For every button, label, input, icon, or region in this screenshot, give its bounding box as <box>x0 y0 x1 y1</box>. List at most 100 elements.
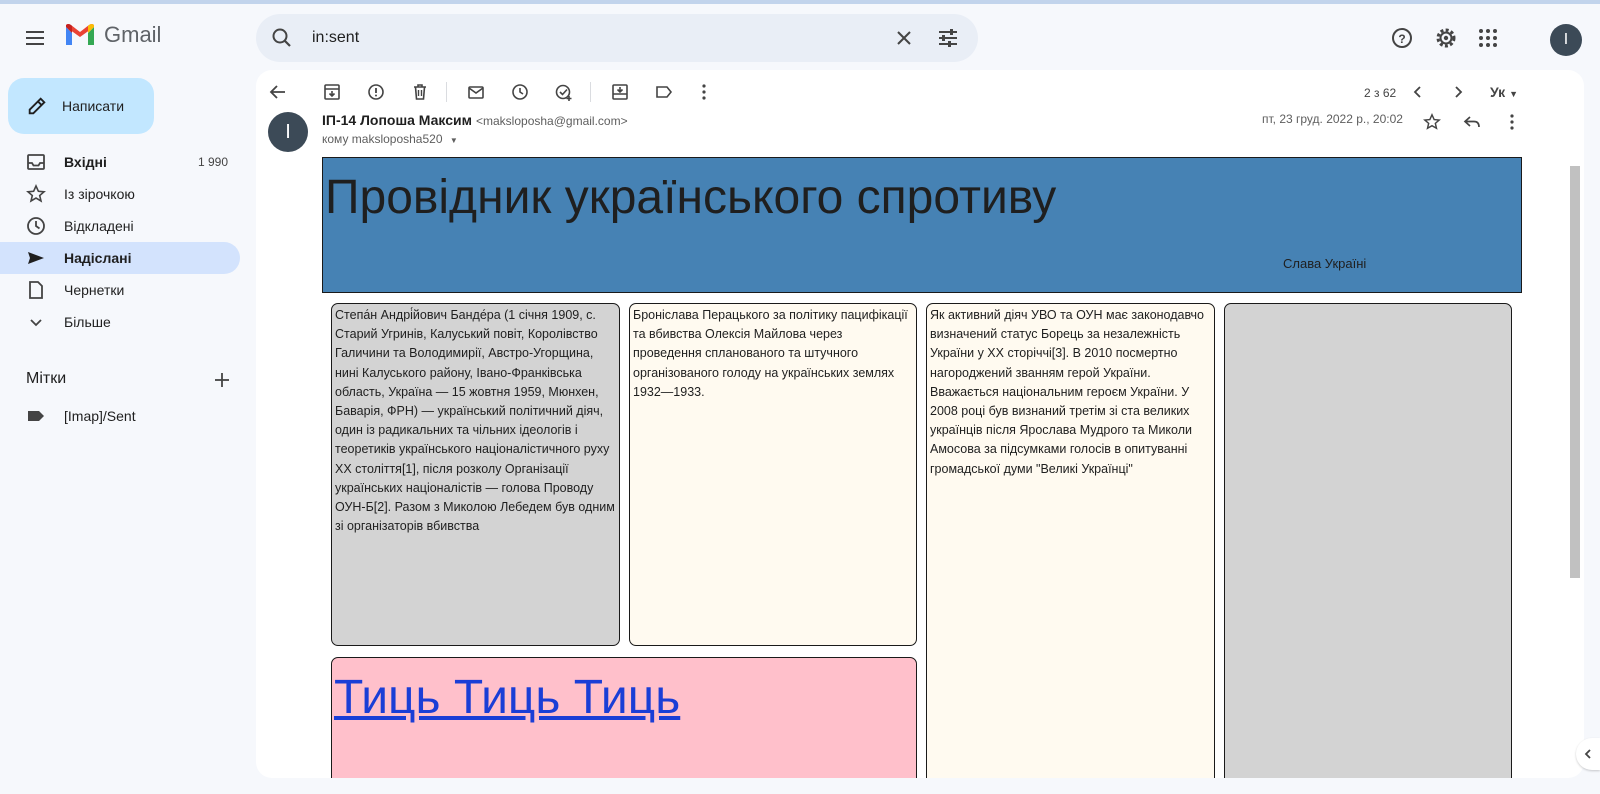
labels-button[interactable] <box>652 80 676 104</box>
more-options-button[interactable] <box>692 80 716 104</box>
chevron-down-icon <box>30 319 42 327</box>
search-input[interactable] <box>312 26 872 50</box>
sidebar-item-more[interactable]: Більше <box>0 306 240 338</box>
archive-icon <box>324 84 340 100</box>
inbox-icon <box>27 154 45 170</box>
content-box-bandera: Степа́н Андрі́йович Банде́ра (1 січня 19… <box>331 303 620 646</box>
clock-icon <box>512 84 528 100</box>
star-button[interactable] <box>1420 110 1444 134</box>
main-menu-button[interactable] <box>20 22 52 54</box>
pagination-count: 2 з 62 <box>1364 86 1397 100</box>
box-text: Броніслава Перацького за політику пацифі… <box>633 308 908 399</box>
sender-name-line: ІП-14 Лопоша Максим <maksloposha@gmail.co… <box>322 112 628 128</box>
search-options-icon[interactable] <box>936 26 960 50</box>
star-icon <box>26 184 46 203</box>
sidebar-item-sent[interactable]: Надіслані <box>0 242 240 274</box>
sidebar-item-inbox[interactable]: Вхідні 1 990 <box>0 146 240 178</box>
app-header: Gmail ? I <box>0 4 1600 68</box>
toolbar-divider <box>446 82 447 102</box>
pencil-icon <box>28 97 46 115</box>
app-name: Gmail <box>104 22 162 47</box>
content-box-link: Тиць Тиць Тиць <box>331 657 917 778</box>
mail-icon <box>468 86 484 99</box>
box-text: Як активний діяч УВО та ОУН має законода… <box>930 308 1205 476</box>
chevron-down-icon: ▼ <box>1509 89 1518 99</box>
label-icon <box>28 411 44 421</box>
email-subtitle: Слава Україні <box>1283 256 1367 271</box>
message-more-button[interactable] <box>1500 110 1524 134</box>
chevron-left-icon <box>1413 86 1421 98</box>
apps-grid-icon <box>1479 29 1497 47</box>
sidebar-item-label: Надіслані <box>64 250 132 266</box>
email-banner: Провідник українського спротиву Слава Ук… <box>322 157 1522 293</box>
side-panel-toggle[interactable] <box>1576 738 1600 770</box>
snooze-button[interactable] <box>508 80 532 104</box>
svg-text:?: ? <box>1398 32 1405 46</box>
help-icon: ? <box>1392 28 1412 48</box>
box-text: Степа́н Андрі́йович Банде́ра (1 січня 19… <box>335 308 615 534</box>
gear-icon <box>1436 28 1456 48</box>
add-task-icon <box>555 84 572 101</box>
sender-avatar[interactable]: I <box>268 112 308 152</box>
chevron-left-icon <box>1584 749 1591 759</box>
arrow-back-icon <box>269 85 285 99</box>
compose-label: Написати <box>62 98 125 114</box>
create-label-button[interactable] <box>210 368 234 392</box>
plus-icon <box>215 373 229 387</box>
message-panel: 2 з 62 Ук ▼ I ІП-14 Лопоша Максим <makslo… <box>256 70 1584 778</box>
older-button[interactable] <box>1446 80 1470 104</box>
gmail-logo[interactable]: Gmail <box>64 22 161 48</box>
star-icon <box>1423 113 1441 130</box>
delete-button[interactable] <box>408 80 432 104</box>
chevron-right-icon <box>1455 86 1463 98</box>
reply-button[interactable] <box>1460 110 1484 134</box>
label-name: [Imap]/Sent <box>64 408 136 424</box>
input-tools-button[interactable]: Ук ▼ <box>1490 84 1518 100</box>
recipient-details-toggle[interactable]: кому maksloposha520 ▼ <box>322 132 458 146</box>
sidebar-item-snoozed[interactable]: Відкладені <box>0 210 240 242</box>
archive-button[interactable] <box>320 80 344 104</box>
recipient-line: кому maksloposha520 <box>322 132 443 146</box>
content-box-empty <box>1224 303 1512 778</box>
content-box-perackiy: Броніслава Перацького за політику пацифі… <box>629 303 917 646</box>
reply-icon <box>1463 116 1480 128</box>
send-icon <box>28 252 44 264</box>
label-icon <box>656 86 673 98</box>
move-to-button[interactable] <box>608 80 632 104</box>
content-box-status: Як активний діяч УВО та ОУН має законода… <box>926 303 1215 778</box>
menu-icon <box>26 31 44 45</box>
email-title: Провідник українського спротиву <box>325 171 1057 224</box>
sender-name[interactable]: ІП-14 Лопоша Максим <box>322 112 472 128</box>
move-to-icon <box>612 84 628 100</box>
search-icon[interactable] <box>270 26 294 50</box>
gmail-m-icon <box>66 24 94 45</box>
sender-email: <maksloposha@gmail.com> <box>476 114 628 128</box>
mark-unread-button[interactable] <box>464 80 488 104</box>
compose-button[interactable]: Написати <box>8 78 154 134</box>
add-to-tasks-button[interactable] <box>552 80 576 104</box>
sidebar-item-label: Із зірочкою <box>64 186 135 202</box>
sidebar-label-imap-sent[interactable]: [Imap]/Sent <box>0 400 240 432</box>
tyts-link[interactable]: Тиць Тиць Тиць <box>334 673 680 722</box>
sidebar-item-starred[interactable]: Із зірочкою <box>0 178 240 210</box>
sidebar-item-label: Більше <box>64 314 111 330</box>
settings-button[interactable] <box>1430 22 1462 54</box>
back-button[interactable] <box>266 80 290 104</box>
report-spam-button[interactable] <box>364 80 388 104</box>
clear-search-icon[interactable] <box>892 26 916 50</box>
unread-count: 1 990 <box>197 155 228 169</box>
message-toolbar: 2 з 62 Ук ▼ <box>256 70 1584 118</box>
input-language: Ук <box>1490 84 1506 100</box>
more-vert-icon <box>1510 114 1514 130</box>
sidebar-item-label: Вхідні <box>64 154 107 170</box>
newer-button[interactable] <box>1406 80 1430 104</box>
account-avatar[interactable]: I <box>1550 24 1582 56</box>
message-scrollbar[interactable] <box>1570 166 1580 578</box>
help-button[interactable]: ? <box>1386 22 1418 54</box>
clock-icon <box>27 217 45 235</box>
toolbar-divider <box>590 82 591 102</box>
sidebar-item-drafts[interactable]: Чернетки <box>0 274 240 306</box>
apps-button[interactable] <box>1472 22 1504 54</box>
message-date: пт, 23 груд. 2022 р., 20:02 <box>1262 112 1403 126</box>
search-bar <box>256 14 978 62</box>
